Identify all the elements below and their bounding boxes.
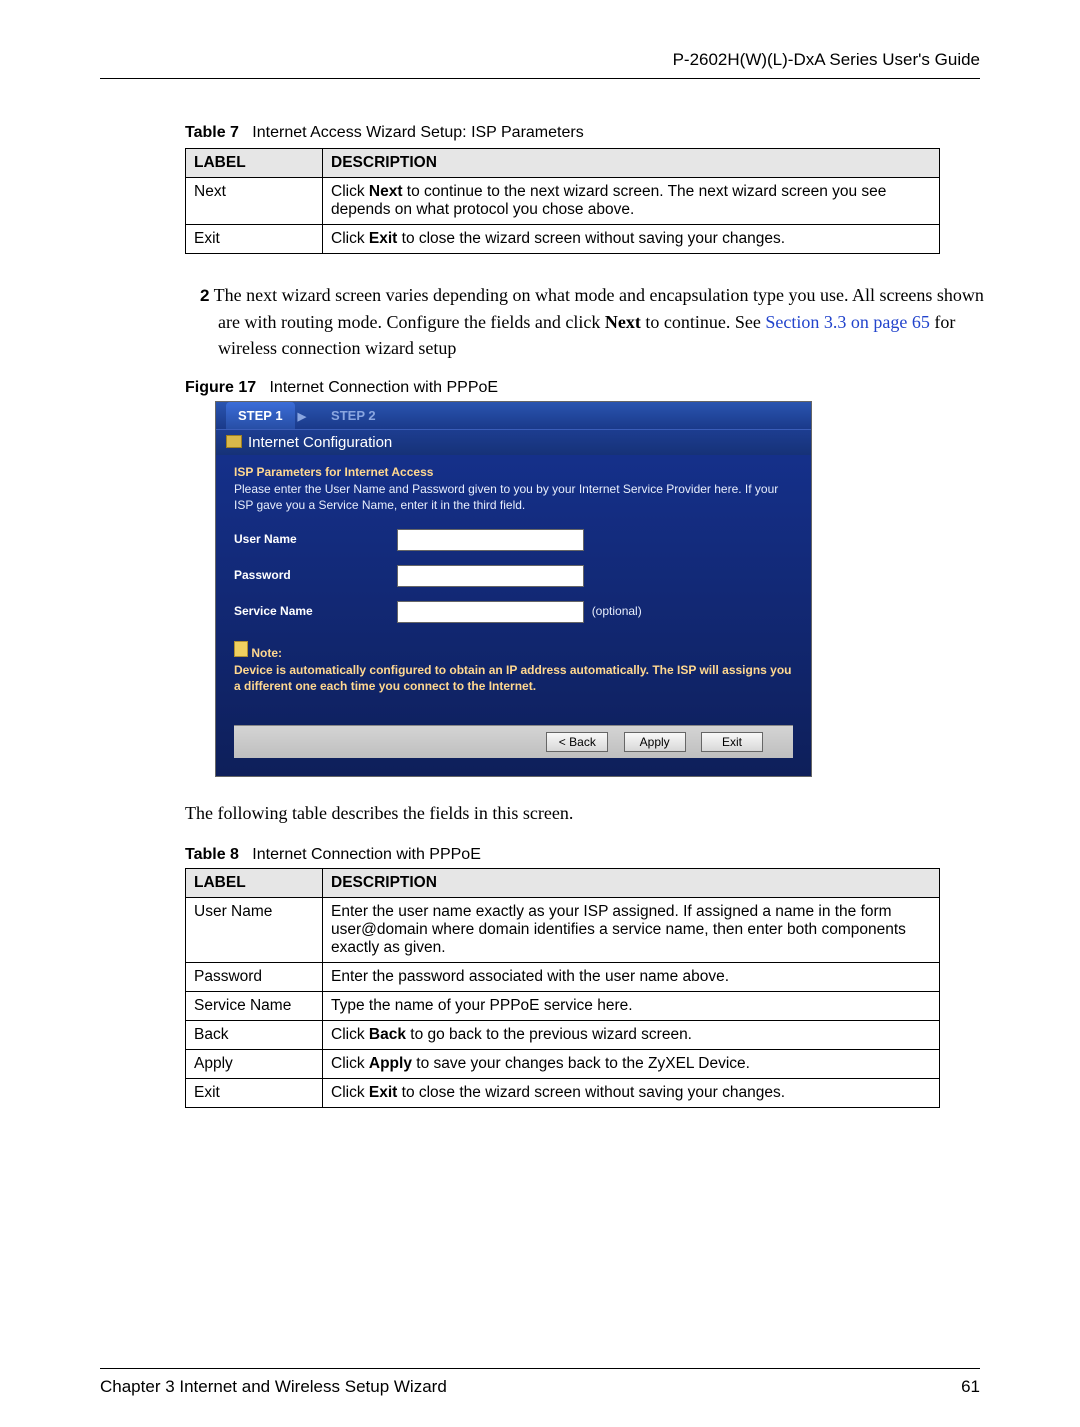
wizard-body: ISP Parameters for Internet Access Pleas… — [216, 455, 811, 776]
header-rule — [100, 78, 980, 79]
note-text: Device is automatically configured to ob… — [234, 662, 793, 694]
table7-prefix: Table 7 — [185, 124, 239, 141]
isp-section-title: ISP Parameters for Internet Access — [234, 465, 793, 479]
service-input[interactable] — [397, 601, 584, 623]
cell-label: Next — [186, 178, 323, 225]
body-text: The following table describes the fields… — [185, 803, 980, 824]
cell-desc: Click Exit to close the wizard screen wi… — [323, 225, 940, 254]
table8-title: Table 8 Internet Connection with PPPoE — [185, 846, 980, 864]
table-row: PasswordEnter the password associated wi… — [186, 962, 940, 991]
exit-button[interactable]: Exit — [701, 732, 763, 752]
figure17-title: Figure 17 Internet Connection with PPPoE — [185, 379, 980, 397]
isp-section-desc: Please enter the User Name and Password … — [234, 481, 793, 513]
wizard-step-bar: STEP 1▶ STEP 2 — [216, 402, 811, 429]
table7-text: Internet Access Wizard Setup: ISP Parame… — [252, 124, 583, 141]
paragraph-2: 2 The next wizard screen varies dependin… — [200, 282, 988, 361]
footer-rule — [100, 1368, 980, 1377]
step-2-tab: STEP 2 — [319, 402, 388, 429]
th-desc: DESCRIPTION — [323, 149, 940, 178]
step-1-tab: STEP 1 — [226, 402, 295, 429]
row-password: Password — [234, 565, 793, 587]
cell-label: Exit — [186, 225, 323, 254]
table-row: ApplyClick Apply to save your changes ba… — [186, 1049, 940, 1078]
label-service: Service Name — [234, 604, 394, 618]
cross-reference[interactable]: Section 3.3 on page 65 — [765, 312, 929, 332]
username-input[interactable] — [397, 529, 584, 551]
table-row: ExitClick Exit to close the wizard scree… — [186, 1078, 940, 1107]
table-row: Service NameType the name of your PPPoE … — [186, 991, 940, 1020]
back-button[interactable]: < Back — [546, 732, 608, 752]
table-row: Exit Click Exit to close the wizard scre… — [186, 225, 940, 254]
password-input[interactable] — [397, 565, 584, 587]
apply-button[interactable]: Apply — [624, 732, 686, 752]
optional-hint: (optional) — [592, 604, 642, 618]
row-username: User Name — [234, 529, 793, 551]
folder-icon — [226, 435, 242, 448]
table-row: Next Click Next to continue to the next … — [186, 178, 940, 225]
footer-left: Chapter 3 Internet and Wireless Setup Wi… — [100, 1377, 447, 1397]
table8: LABEL DESCRIPTION User NameEnter the use… — [185, 868, 940, 1108]
cell-desc: Click Next to continue to the next wizar… — [323, 178, 940, 225]
note-icon — [234, 641, 248, 657]
table7-title: Table 7 Internet Access Wizard Setup: IS… — [185, 124, 980, 142]
page-number: 61 — [961, 1377, 980, 1397]
wizard-footer: < Back Apply Exit — [234, 725, 793, 758]
label-username: User Name — [234, 532, 394, 546]
footer: Chapter 3 Internet and Wireless Setup Wi… — [100, 1377, 980, 1397]
page: P-2602H(W)(L)-DxA Series User's Guide Ta… — [0, 0, 1080, 1427]
table-row: User NameEnter the user name exactly as … — [186, 897, 940, 962]
para-num: 2 — [200, 286, 209, 305]
table7: LABEL DESCRIPTION Next Click Next to con… — [185, 148, 940, 254]
th-desc: DESCRIPTION — [323, 868, 940, 897]
label-password: Password — [234, 568, 394, 582]
header-title: P-2602H(W)(L)-DxA Series User's Guide — [100, 50, 980, 78]
table-row: BackClick Back to go back to the previou… — [186, 1020, 940, 1049]
note-label: Note: — [251, 646, 282, 660]
row-service: Service Name (optional) — [234, 601, 793, 623]
th-label: LABEL — [186, 149, 323, 178]
wizard-screenshot: STEP 1▶ STEP 2 Internet Configuration ISP… — [215, 401, 812, 777]
wizard-heading: Internet Configuration — [216, 429, 811, 455]
chevron-right-icon: ▶ — [298, 411, 306, 423]
note-block: Note: Device is automatically configured… — [234, 641, 793, 694]
th-label: LABEL — [186, 868, 323, 897]
